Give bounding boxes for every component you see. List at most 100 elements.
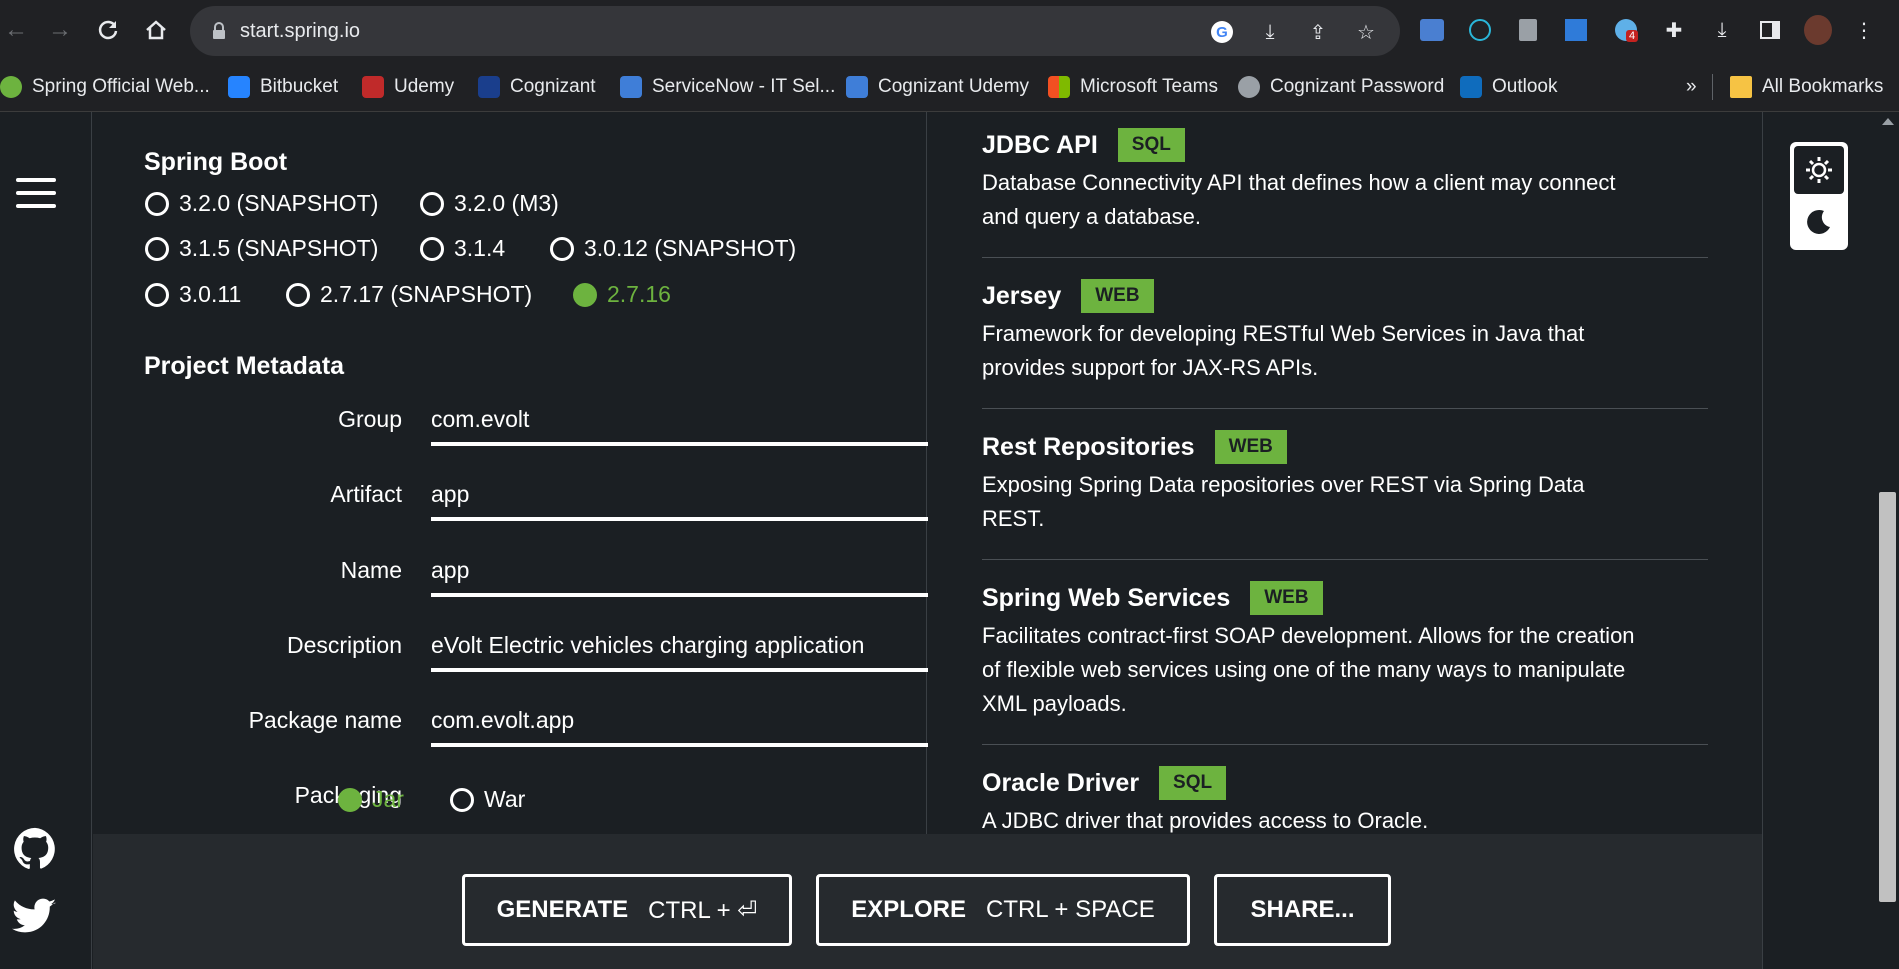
dark-theme-moon-icon[interactable] — [1794, 198, 1844, 246]
bookmark-outlook[interactable]: Outlook — [1460, 72, 1557, 102]
radio-boot-3-1-5-snapshot[interactable]: 3.1.5 (SNAPSHOT) — [145, 235, 378, 262]
radio-circle — [145, 236, 169, 261]
forward-icon[interactable]: → — [44, 14, 76, 46]
dependency-tag: WEB — [1081, 279, 1154, 313]
folder-icon — [1730, 76, 1752, 98]
bookmark-spring[interactable]: Spring Official Web... — [0, 72, 210, 102]
radio-circle — [286, 282, 310, 307]
spring-boot-title: Spring Boot — [144, 148, 288, 176]
dependency-name: Spring Web Services — [982, 583, 1231, 612]
microsoft-icon — [1048, 76, 1070, 98]
dependency-name: Oracle Driver — [982, 768, 1140, 797]
bookmarks-bar: Spring Official Web... Bitbucket Udemy C… — [0, 62, 1899, 112]
profile-avatar[interactable] — [1804, 15, 1832, 45]
radio-circle-selected — [338, 787, 362, 812]
radio-boot-3-0-12-snapshot[interactable]: 3.0.12 (SNAPSHOT) — [550, 235, 796, 262]
bookmark-divider — [1712, 74, 1713, 100]
outlook-icon — [1460, 76, 1482, 98]
group-input[interactable]: com.evolt — [431, 398, 963, 446]
bookmark-cognizant[interactable]: Cognizant — [478, 72, 596, 102]
menu-kebab-icon[interactable]: ⋮ — [1850, 16, 1878, 44]
light-theme-sun-icon[interactable] — [1794, 146, 1844, 194]
scroll-thumb[interactable] — [1879, 492, 1896, 902]
dependency-tag: SQL — [1117, 128, 1185, 162]
radio-boot-3-2-0-m3[interactable]: 3.2.0 (M3) — [420, 190, 559, 217]
install-app-icon[interactable]: ⤓ — [1256, 18, 1284, 46]
package-name-input[interactable]: com.evolt.app — [431, 699, 963, 747]
page-content: Spring Boot 3.2.0 (SNAPSHOT) 3.2.0 (M3) … — [0, 112, 1899, 969]
dependency-item[interactable]: Oracle Driver SQL A JDBC driver that prov… — [982, 766, 1708, 834]
home-icon[interactable] — [140, 14, 172, 46]
artifact-label: Artifact — [330, 481, 402, 507]
dependency-description: Facilitates contract-first SOAP developm… — [982, 623, 1635, 716]
action-footer: GENERATE CTRL + ⏎ EXPLORE CTRL + SPACE SHA… — [93, 834, 1762, 969]
radio-packaging-war[interactable]: War — [450, 786, 525, 813]
share-icon[interactable]: ⇪ — [1304, 18, 1332, 46]
all-bookmarks[interactable]: All Bookmarks — [1730, 72, 1883, 102]
bookmark-star-icon[interactable]: ☆ — [1352, 18, 1380, 46]
dependency-tag: WEB — [1214, 430, 1287, 464]
page-scrollbar[interactable] — [1876, 112, 1899, 969]
radio-boot-2-7-17-snapshot[interactable]: 2.7.17 (SNAPSHOT) — [286, 281, 532, 308]
scroll-up-arrow-icon[interactable] — [1882, 118, 1894, 125]
dependency-name: JDBC API — [982, 130, 1098, 159]
group-label: Group — [338, 406, 402, 432]
bookmark-servicenow[interactable]: ServiceNow - IT Sel... — [620, 72, 835, 102]
reload-icon[interactable] — [92, 14, 124, 46]
bookmark-cognizant-udemy[interactable]: Cognizant Udemy — [846, 72, 1029, 102]
bookmarks-overflow[interactable]: » — [1686, 72, 1697, 102]
dependency-tag: SQL — [1159, 766, 1227, 800]
radio-boot-2-7-16[interactable]: 2.7.16 — [573, 281, 671, 308]
windows-extension-icon[interactable] — [1562, 16, 1590, 44]
address-bar[interactable]: start.spring.io G ⤓ ⇪ ☆ — [190, 6, 1400, 56]
globe-extension-icon[interactable]: 4 — [1612, 16, 1640, 44]
dependency-item[interactable]: Rest Repositories WEB Exposing Spring Dat… — [982, 430, 1708, 536]
radio-boot-3-2-0-snapshot[interactable]: 3.2.0 (SNAPSHOT) — [145, 190, 378, 217]
artifact-input[interactable]: app — [431, 473, 963, 521]
sheets-extension-icon[interactable] — [1514, 16, 1542, 44]
explore-button[interactable]: EXPLORE CTRL + SPACE — [816, 874, 1190, 946]
dependency-item[interactable]: JDBC API SQL Database Connectivity API th… — [982, 128, 1708, 234]
google-icon[interactable]: G — [1208, 18, 1236, 46]
side-panel-icon[interactable] — [1756, 16, 1784, 44]
url-text: start.spring.io — [240, 20, 361, 42]
bitbucket-icon — [228, 76, 250, 98]
description-input[interactable]: eVolt Electric vehicles charging applica… — [431, 624, 963, 672]
bookmark-bitbucket[interactable]: Bitbucket — [228, 72, 338, 102]
puzzle-extensions-icon[interactable]: ✚ — [1660, 16, 1688, 44]
name-label: Name — [340, 557, 402, 583]
radio-circle — [420, 191, 444, 216]
radio-boot-3-0-11[interactable]: 3.0.11 — [145, 281, 241, 308]
extension-icon[interactable] — [1466, 16, 1494, 44]
twitter-icon[interactable] — [12, 894, 58, 940]
radio-packaging-jar[interactable]: Jar — [338, 786, 404, 813]
project-settings-panel: Spring Boot 3.2.0 (SNAPSHOT) 3.2.0 (M3) … — [93, 112, 963, 834]
radio-circle — [145, 191, 169, 216]
bookmark-teams[interactable]: Microsoft Teams — [1048, 72, 1218, 102]
radio-circle-selected — [573, 282, 597, 307]
radio-boot-3-1-4[interactable]: 3.1.4 — [420, 235, 505, 262]
radio-circle — [550, 236, 574, 261]
lock-icon — [213, 22, 225, 39]
bookmark-cognizant-password[interactable]: Cognizant Password — [1238, 72, 1444, 102]
share-button[interactable]: SHARE... — [1214, 874, 1391, 946]
dependency-item[interactable]: Jersey WEB Framework for developing RESTf… — [982, 279, 1708, 385]
dependencies-panel: JDBC API SQL Database Connectivity API th… — [928, 112, 1762, 834]
bookmark-udemy[interactable]: Udemy — [362, 72, 454, 102]
hamburger-menu-icon[interactable] — [16, 178, 56, 208]
generate-shortcut: CTRL + ⏎ — [648, 896, 758, 924]
dependency-name: Rest Repositories — [982, 432, 1195, 461]
dependency-tag: WEB — [1250, 581, 1323, 615]
globe-icon — [1238, 76, 1260, 98]
back-icon[interactable]: ← — [0, 14, 32, 46]
generate-button[interactable]: GENERATE CTRL + ⏎ — [462, 874, 792, 946]
name-input[interactable]: app — [431, 549, 963, 597]
package-name-label: Package name — [248, 707, 402, 733]
downloads-icon[interactable]: ⤓ — [1708, 16, 1736, 44]
github-icon[interactable] — [12, 826, 58, 872]
radio-circle — [420, 236, 444, 261]
dependency-item[interactable]: Spring Web Services WEB Facilitates contr… — [982, 581, 1708, 721]
translate-extension-icon[interactable] — [1418, 16, 1446, 44]
browser-toolbar: ← → start.spring.io G ⤓ ⇪ ☆ 4 ✚ ⤓ ⋮ — [0, 0, 1899, 62]
cognizant-icon — [478, 76, 500, 98]
